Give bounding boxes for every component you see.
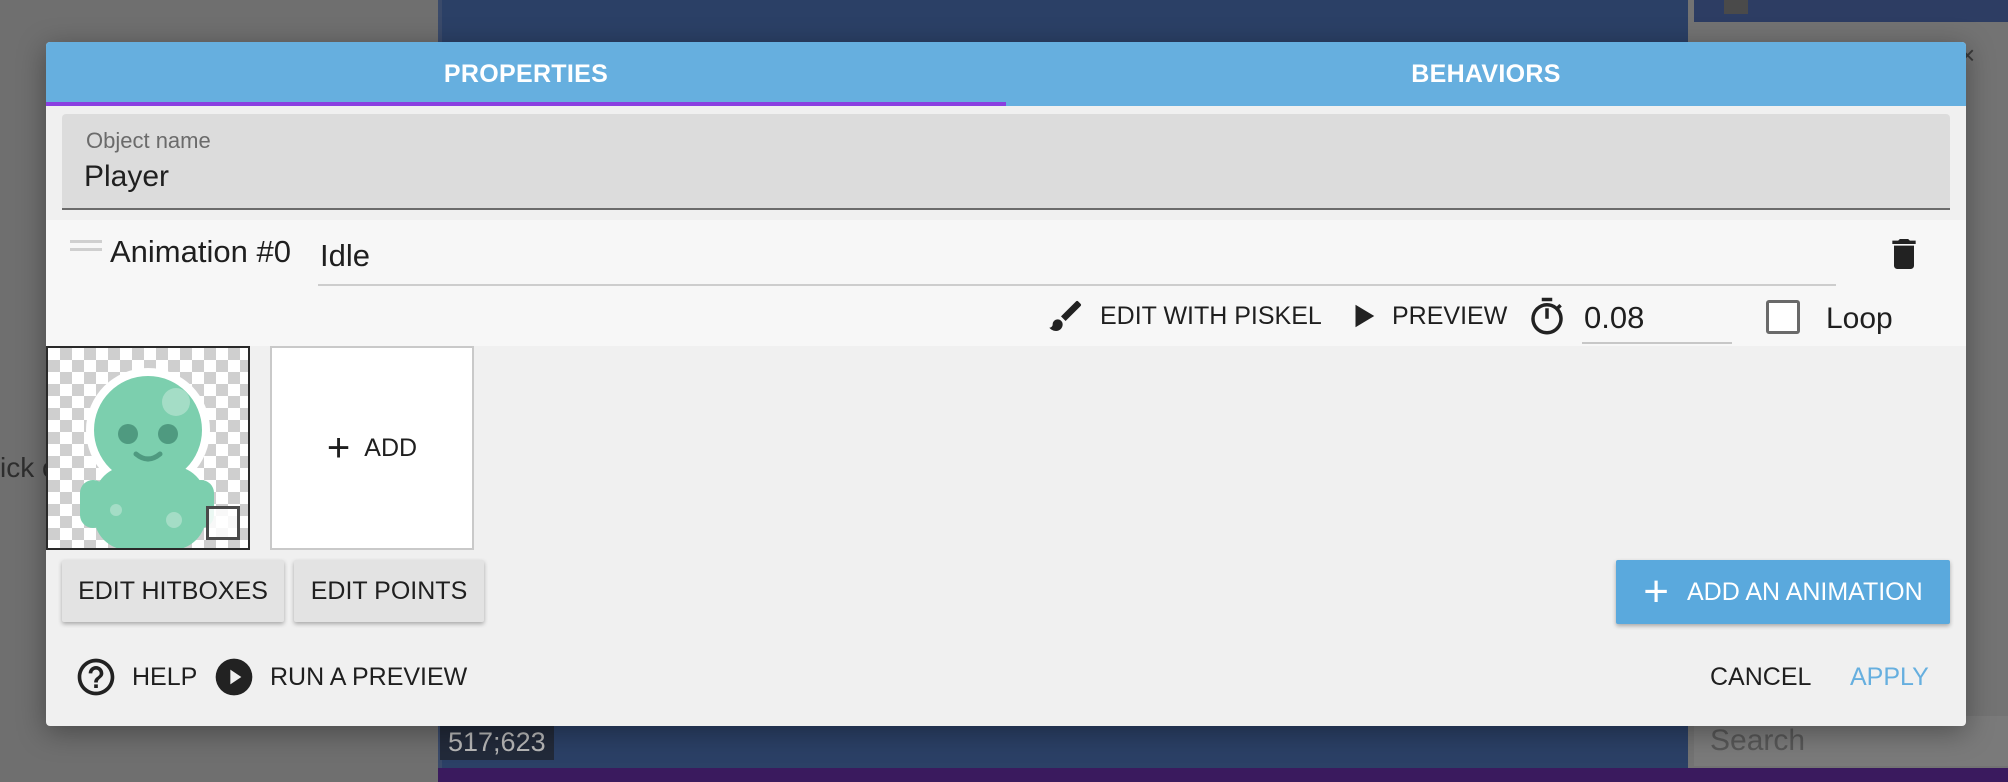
object-name-input[interactable] — [84, 160, 1924, 194]
loop-label: Loop — [1826, 302, 1893, 335]
tab-properties[interactable]: PROPERTIES — [46, 42, 1006, 106]
add-animation-label: ADD AN ANIMATION — [1687, 577, 1923, 606]
help-button[interactable]: HELP — [74, 652, 197, 702]
run-preview-label: RUN A PREVIEW — [270, 662, 468, 691]
object-name-field[interactable]: Object name — [62, 114, 1950, 210]
edit-hitboxes-button[interactable]: EDIT HITBOXES — [62, 560, 284, 622]
player-sprite-image — [80, 368, 214, 548]
timer-icon — [1531, 297, 1563, 335]
preview-button[interactable]: PREVIEW — [1348, 294, 1507, 338]
paintbrush-icon — [1049, 300, 1082, 331]
object-thumbnail-icon — [1724, 0, 1748, 14]
object-editor-dialog: PROPERTIES BEHAVIORS Object name Animati… — [46, 42, 1966, 726]
plus-icon: + — [1643, 567, 1669, 616]
cancel-button[interactable]: CANCEL — [1710, 652, 1811, 702]
objects-search-placeholder: Search — [1710, 724, 1806, 757]
tab-bar: PROPERTIES BEHAVIORS — [46, 42, 1966, 106]
add-frame-button[interactable]: + ADD — [270, 346, 474, 550]
plus-icon: + — [326, 426, 351, 470]
cursor-coordinates: 517;623 — [440, 724, 554, 760]
bottom-bar — [438, 768, 2008, 782]
edit-points-button[interactable]: EDIT POINTS — [294, 560, 484, 622]
run-preview-button[interactable]: RUN A PREVIEW — [212, 652, 467, 702]
edit-with-piskel-button[interactable]: EDIT WITH PISKEL — [1046, 294, 1322, 338]
sprite-frame-thumbnail[interactable] — [46, 346, 250, 550]
object-name-label: Object name — [86, 128, 211, 153]
animation-name-field[interactable] — [318, 226, 1836, 286]
animation-name-input[interactable] — [320, 238, 1820, 274]
active-tab-indicator — [46, 102, 1006, 106]
play-icon — [1355, 304, 1375, 328]
add-animation-button[interactable]: + ADD AN ANIMATION — [1616, 560, 1950, 624]
trash-icon[interactable] — [1884, 232, 1924, 276]
animation-panel: Animation #0 EDIT WITH PISKEL PREVIEW Lo… — [46, 220, 1966, 346]
frame-duration-field[interactable] — [1582, 292, 1732, 344]
edit-with-piskel-label: EDIT WITH PISKEL — [1100, 301, 1322, 330]
play-circle-icon — [215, 658, 253, 696]
add-frame-label: ADD — [364, 433, 418, 462]
help-label: HELP — [132, 662, 198, 691]
frame-select-checkbox[interactable] — [206, 506, 240, 540]
frame-duration-input[interactable] — [1584, 300, 1724, 336]
help-circle-icon — [77, 658, 115, 696]
apply-button[interactable]: APPLY — [1850, 652, 1929, 702]
preview-label: PREVIEW — [1392, 301, 1508, 330]
tab-behaviors[interactable]: BEHAVIORS — [1006, 42, 1966, 106]
loop-checkbox[interactable] — [1766, 300, 1800, 334]
animation-title: Animation #0 — [110, 234, 291, 269]
drag-handle-icon[interactable] — [70, 240, 102, 254]
